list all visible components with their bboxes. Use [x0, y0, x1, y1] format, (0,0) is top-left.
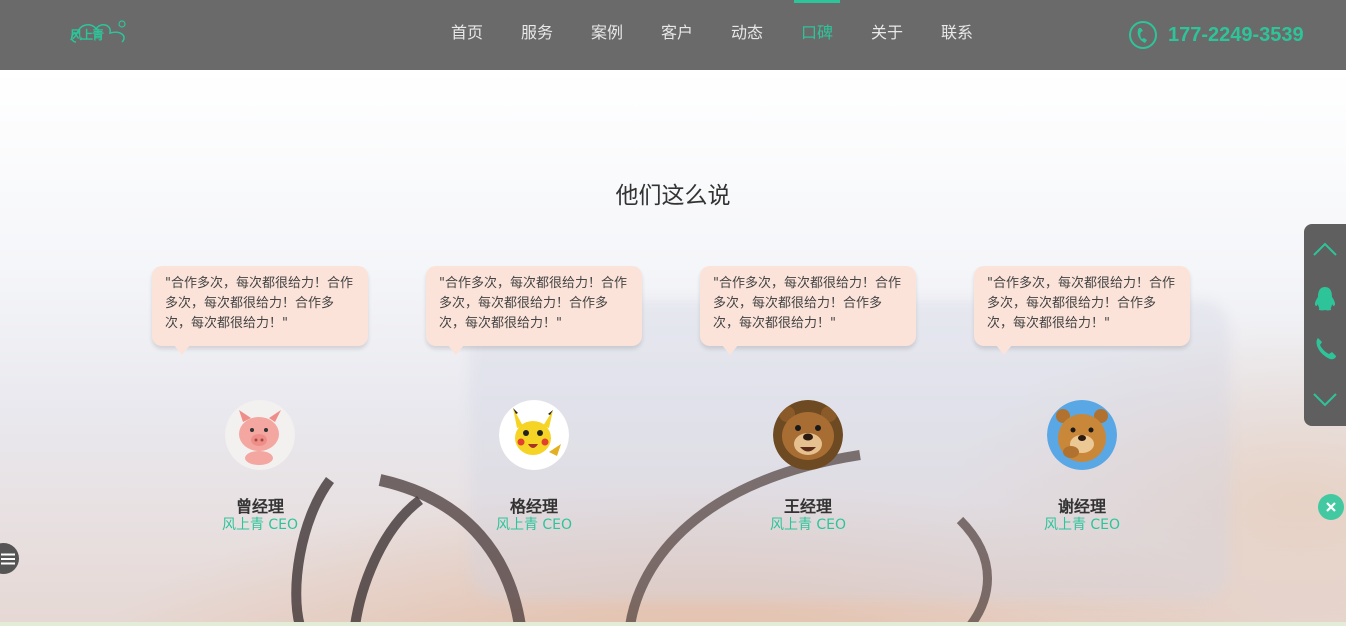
call-button[interactable] — [1304, 324, 1346, 374]
quote-bubble: "合作多次，每次都很给力！合作多次，每次都很给力！合作多次，每次都很给力！" — [426, 266, 642, 355]
testimonial-card: "合作多次，每次都很给力！合作多次，每次都很给力！合作多次，每次都很给力！" 谢… — [974, 266, 1190, 533]
side-toolbar — [1304, 224, 1346, 426]
qq-icon — [1314, 287, 1336, 311]
section-title: 他们这么说 — [615, 183, 731, 209]
nav-item-clients[interactable]: 客户 — [642, 0, 712, 70]
brand-logo[interactable]: 风上青 — [70, 16, 134, 50]
pikachu-avatar — [499, 400, 569, 470]
nav-item-news[interactable]: 动态 — [712, 0, 782, 70]
close-button[interactable] — [1318, 494, 1344, 520]
top-header: 风上青 首页 服务 案例 客户 动态 口碑 关于 联系 177-2249-353… — [0, 0, 1346, 70]
qq-button[interactable] — [1304, 274, 1346, 324]
background-photo — [0, 70, 1346, 626]
pig-avatar — [225, 400, 295, 470]
person-role: 风上青 CEO — [1043, 517, 1121, 533]
bear-thinking-avatar — [1047, 400, 1117, 470]
person-role: 风上青 CEO — [495, 517, 573, 533]
scroll-up-button[interactable] — [1304, 224, 1346, 274]
testimonial-card: "合作多次，每次都很给力！合作多次，每次都很给力！合作多次，每次都很给力！" 格… — [426, 266, 642, 533]
testimonial-card: "合作多次，每次都很给力！合作多次，每次都很给力！合作多次，每次都很给力！" 王… — [700, 266, 916, 533]
phone-icon — [1129, 21, 1157, 49]
chevron-down-icon — [1313, 393, 1337, 407]
nav-item-about[interactable]: 关于 — [852, 0, 922, 70]
person-role: 风上青 CEO — [769, 517, 847, 533]
logo-text: 风上青 — [70, 28, 104, 42]
bottom-strip — [0, 622, 1346, 626]
phone-icon — [1316, 338, 1336, 360]
quote-bubble: "合作多次，每次都很给力！合作多次，每次都很给力！合作多次，每次都很给力！" — [152, 266, 368, 355]
main-nav: 首页 服务 案例 客户 动态 口碑 关于 联系 — [432, 0, 992, 70]
testimonial-card: "合作多次，每次都很给力！合作多次，每次都很给力！合作多次，每次都很给力！" 曾… — [152, 266, 368, 533]
header-phone[interactable]: 177-2249-3539 — [1128, 18, 1304, 52]
quote-bubble: "合作多次，每次都很给力！合作多次，每次都很给力！合作多次，每次都很给力！" — [974, 266, 1190, 355]
scroll-down-button[interactable] — [1304, 374, 1346, 424]
nav-item-reputation[interactable]: 口碑 — [782, 0, 852, 70]
bear-avatar — [773, 400, 843, 470]
nav-item-contact[interactable]: 联系 — [922, 0, 992, 70]
menu-icon — [1, 553, 15, 564]
person-role: 风上青 CEO — [221, 517, 299, 533]
quote-bubble: "合作多次，每次都很给力！合作多次，每次都很给力！合作多次，每次都很给力！" — [700, 266, 916, 355]
phone-number: 177-2249-3539 — [1168, 23, 1304, 46]
chevron-up-icon — [1313, 242, 1337, 256]
close-icon — [1326, 502, 1336, 512]
nav-item-cases[interactable]: 案例 — [572, 0, 642, 70]
nav-item-services[interactable]: 服务 — [502, 0, 572, 70]
nav-item-home[interactable]: 首页 — [432, 0, 502, 70]
